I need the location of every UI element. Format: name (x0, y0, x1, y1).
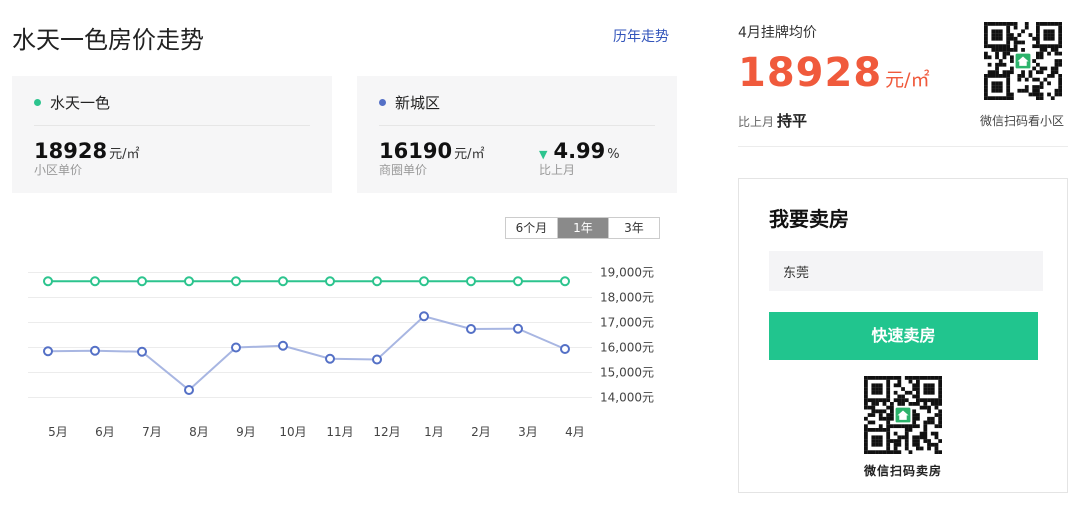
tab-6-months[interactable]: 6个月 (506, 218, 557, 238)
x-tick-label: 12月 (373, 425, 400, 439)
page-title: 水天一色房价走势 (12, 26, 204, 54)
listing-avg-price: 18928 (738, 50, 883, 96)
history-trend-link[interactable]: 历年走势 (613, 26, 669, 46)
change-unit: % (607, 147, 620, 162)
data-point[interactable] (560, 276, 570, 287)
district-dot (379, 99, 386, 106)
community-price-unit: 元/㎡ (109, 147, 140, 162)
sell-title: 我要卖房 (769, 207, 849, 231)
x-tick-label: 7月 (142, 425, 162, 439)
y-tick-label: 18,000元 (600, 291, 654, 305)
data-point[interactable] (43, 276, 53, 287)
data-point[interactable] (231, 276, 241, 287)
data-point[interactable] (325, 353, 335, 364)
community-dot (34, 99, 41, 106)
data-point[interactable] (466, 324, 476, 334)
x-tick-label: 5月 (48, 425, 68, 439)
district-price-card: 新城区 16190 元/㎡ 商圈单价 ▼ 4.99% 比上月 (357, 76, 677, 193)
district-price-unit: 元/㎡ (454, 147, 485, 162)
data-point[interactable] (43, 346, 53, 357)
x-tick-label: 4月 (565, 425, 585, 439)
y-tick-label: 14,000元 (600, 391, 654, 405)
change-caption: 比上月 (539, 163, 576, 177)
y-tick-label: 16,000元 (600, 341, 654, 355)
series-line (47, 315, 566, 392)
qr-caption-sell: 微信扫码卖房 (863, 464, 942, 478)
data-point[interactable] (372, 354, 382, 365)
y-tick-label: 15,000元 (600, 366, 654, 380)
month-compare-label: 比上月 (738, 115, 775, 129)
data-point[interactable] (231, 342, 241, 353)
listing-avg-label: 4月挂牌均价 (738, 25, 817, 41)
tab-3-years[interactable]: 3年 (608, 218, 659, 238)
data-point[interactable] (278, 340, 288, 351)
data-point[interactable] (325, 276, 335, 287)
y-tick-label: 19,000元 (600, 266, 654, 280)
community-price: 18928 (34, 139, 108, 163)
x-tick-label: 2月 (471, 425, 491, 439)
data-point[interactable] (184, 385, 194, 395)
data-point[interactable] (278, 276, 288, 287)
down-arrow-icon: ▼ (539, 148, 548, 161)
data-point[interactable] (137, 346, 147, 357)
district-price-caption: 商圈单价 (379, 163, 428, 177)
price-trend-chart: 19,000元 18,000元 17,000元 16,000元 15,000元 14,00… (28, 266, 654, 439)
x-tick-label: 9月 (236, 425, 256, 439)
listing-avg-unit: 元/㎡ (885, 69, 930, 91)
district-name: 新城区 (395, 94, 441, 112)
period-selector: 6个月 1年 3年 (505, 217, 660, 239)
community-price-caption: 小区单价 (34, 163, 83, 177)
quick-sell-button[interactable]: 快速卖房 (769, 312, 1038, 360)
tab-1-year[interactable]: 1年 (557, 218, 608, 238)
data-point[interactable] (560, 344, 570, 354)
month-compare-value: 持平 (777, 112, 808, 130)
data-point[interactable] (419, 311, 429, 322)
community-name: 水天一色 (50, 94, 111, 112)
x-tick-label: 3月 (518, 425, 538, 439)
city-field[interactable] (769, 251, 1043, 291)
community-price-card: 水天一色 18928 元/㎡ 小区单价 (12, 76, 332, 193)
qr-code-icon (864, 376, 942, 454)
data-point[interactable] (419, 276, 429, 287)
y-tick-label: 17,000元 (600, 316, 654, 330)
x-tick-label: 8月 (189, 425, 209, 439)
x-tick-label: 6月 (95, 425, 115, 439)
sell-house-panel: 我要卖房 快速卖房 微信扫码卖房 (738, 178, 1068, 493)
data-point[interactable] (90, 276, 100, 287)
qr-code-icon (984, 22, 1062, 100)
data-point[interactable] (466, 276, 476, 287)
data-point[interactable] (184, 276, 194, 287)
data-point[interactable] (372, 276, 382, 287)
qr-caption-community: 微信扫码看小区 (980, 114, 1065, 128)
data-point[interactable] (90, 345, 100, 356)
data-point[interactable] (513, 323, 523, 334)
change-value: 4.99 (553, 139, 606, 163)
data-point[interactable] (137, 276, 147, 287)
x-tick-label: 11月 (326, 425, 353, 439)
x-tick-label: 10月 (279, 425, 306, 439)
x-tick-label: 1月 (424, 425, 444, 439)
data-point[interactable] (513, 276, 523, 287)
district-price: 16190 (379, 139, 453, 163)
